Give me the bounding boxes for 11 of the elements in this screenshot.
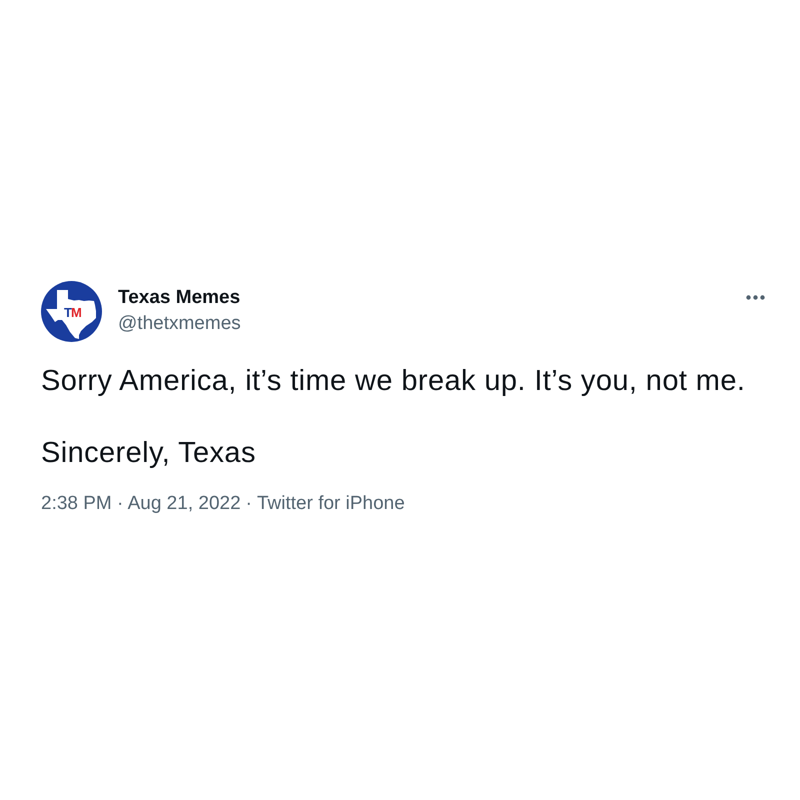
- timestamp-link[interactable]: 2:38 PM · Aug 21, 2022: [41, 492, 241, 516]
- logo-text: TM: [64, 306, 81, 319]
- tweet-text: Sincerely, Texas: [41, 436, 257, 471]
- source-link[interactable]: Twitter for iPhone: [256, 492, 405, 516]
- author-handle[interactable]: @thetxmemes: [118, 312, 241, 336]
- avatar[interactable]: TM: [41, 281, 102, 342]
- tweet-text: Sorry America, it’s time we break up. It’s you, not me.: [41, 364, 746, 399]
- more-options-icon[interactable]: [746, 295, 765, 300]
- texas-map-icon: [46, 290, 96, 339]
- author-name[interactable]: Texas Memes: [118, 286, 241, 310]
- separator-dot: ·: [246, 492, 252, 516]
